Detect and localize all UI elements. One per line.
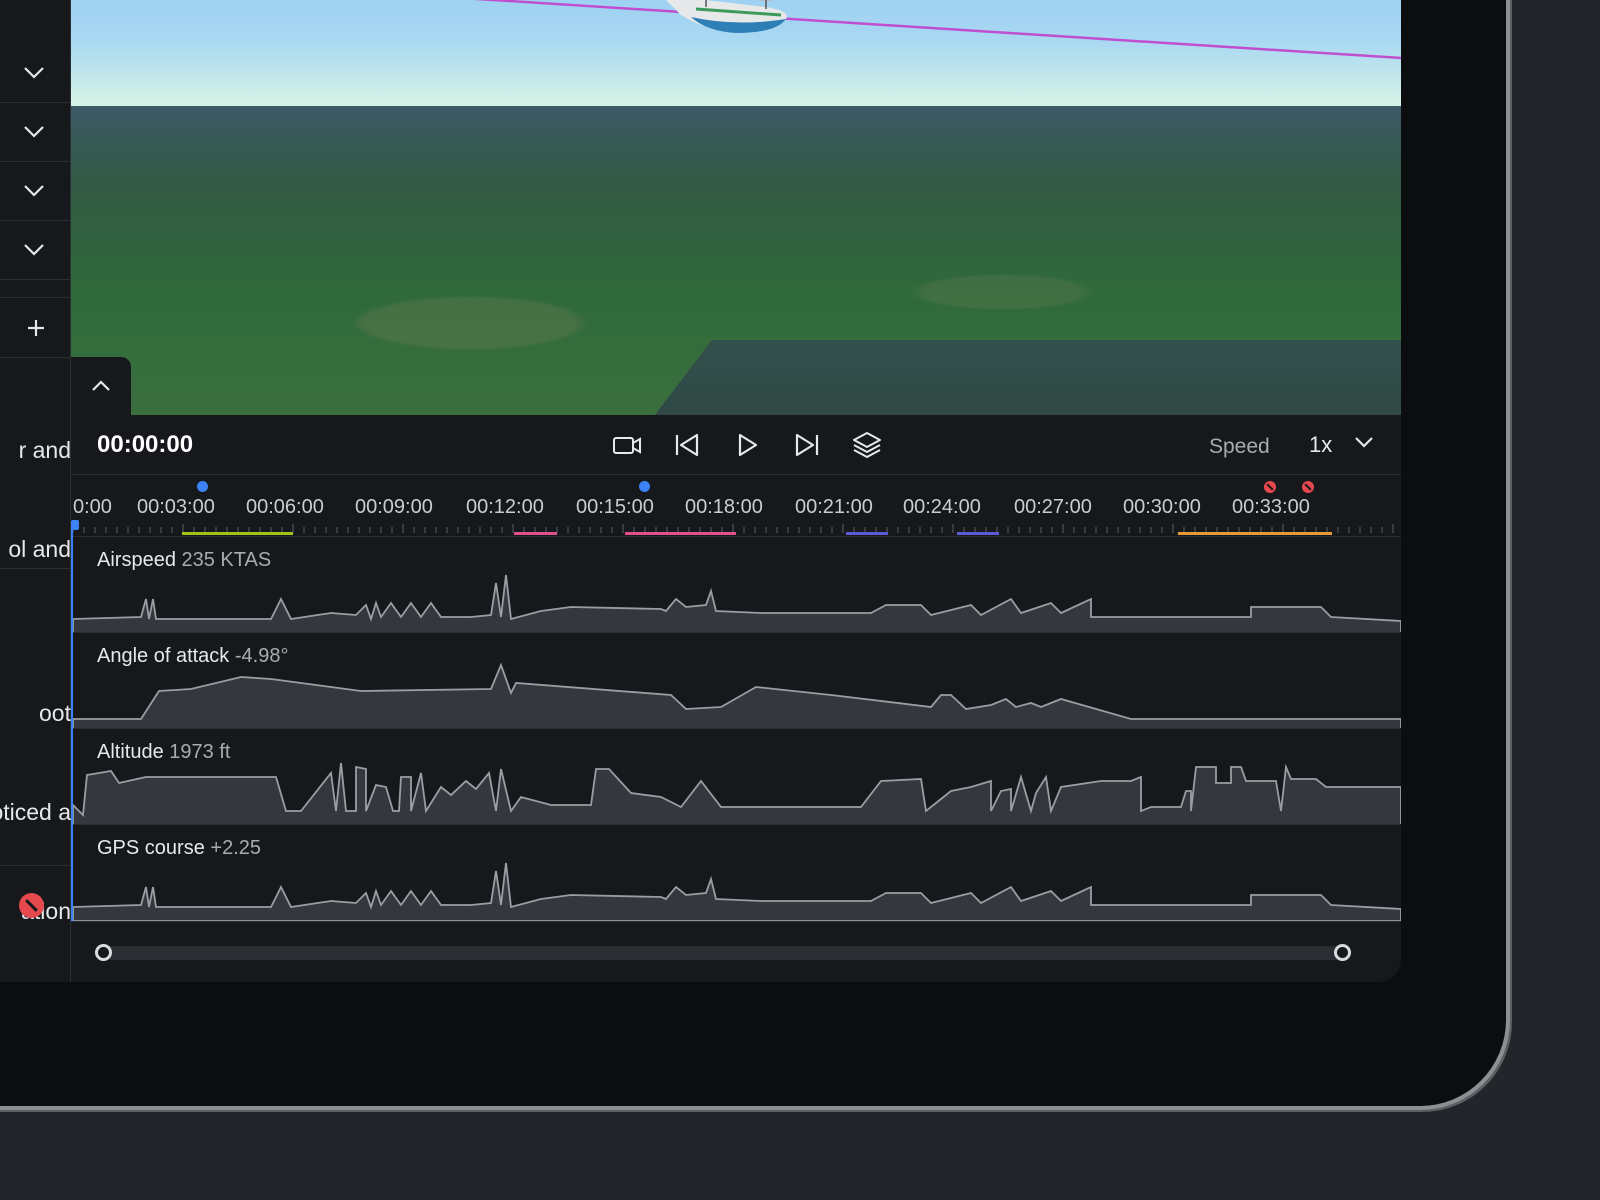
alert-marker[interactable] [1264, 481, 1276, 493]
alert-marker[interactable] [1302, 481, 1314, 493]
range-scrubber [71, 921, 1401, 982]
event-range[interactable] [957, 532, 999, 535]
chevron-up-icon [92, 380, 110, 391]
app-screen: r and ol and oot oticed a ation [0, 0, 1401, 982]
playhead-handle[interactable] [71, 520, 79, 530]
sidebar-section-row[interactable] [0, 102, 71, 162]
current-time: 00:00:00 [97, 431, 194, 458]
playback-controls: 00:00:00 Speed 1x [71, 415, 1401, 475]
graph-sparkline [72, 662, 1401, 729]
device-frame: r and ol and oot oticed a ation [0, 0, 1510, 1110]
graph-gps-course[interactable]: GPS course +2.25 [71, 824, 1401, 921]
tick-label: 0:00 [73, 496, 112, 518]
range-track[interactable] [103, 946, 1343, 960]
tick-label: 00:06:00 [246, 496, 324, 518]
skip-back-icon[interactable] [671, 429, 703, 461]
graph-altitude[interactable]: Altitude 1973 ft [71, 728, 1401, 825]
collapse-panel-button[interactable] [71, 357, 131, 415]
tick-label: 00:12:00 [466, 496, 544, 518]
range-end-handle[interactable] [1334, 944, 1351, 961]
flight-3d-viewport[interactable] [71, 0, 1401, 415]
event-range[interactable] [182, 532, 293, 535]
sidebar-divider [0, 568, 71, 569]
event-range[interactable] [625, 532, 736, 535]
skip-forward-icon[interactable] [791, 429, 823, 461]
sidebar-note: oot oticed a ation [0, 631, 71, 982]
sidebar-note-line: oot [39, 700, 71, 726]
range-start-handle[interactable] [95, 944, 112, 961]
layers-icon[interactable] [851, 429, 883, 461]
timeline-ruler[interactable]: 0:00 00:03:00 00:06:00 00:09:00 00:12:00… [71, 476, 1401, 536]
event-range[interactable] [846, 532, 888, 535]
sidebar-section-row[interactable] [0, 161, 71, 221]
sidebar: r and ol and oot oticed a ation [0, 0, 71, 982]
tick-label: 00:09:00 [355, 496, 433, 518]
forbidden-icon[interactable] [19, 893, 44, 918]
speed-label: Speed [1209, 435, 1270, 458]
play-icon[interactable] [731, 429, 763, 461]
chevron-down-icon [24, 243, 44, 256]
event-marker[interactable] [197, 481, 208, 492]
sidebar-divider [0, 865, 71, 866]
sidebar-add-row[interactable] [0, 298, 71, 358]
playhead[interactable] [71, 521, 73, 921]
chevron-down-icon[interactable] [1354, 435, 1374, 449]
tick-label: 00:24:00 [903, 496, 981, 518]
graph-angle-of-attack[interactable]: Angle of attack -4.98° [71, 632, 1401, 729]
sidebar-note: r and ol and [0, 368, 71, 632]
graph-sparkline [72, 574, 1401, 633]
graph-sparkline [72, 762, 1401, 825]
speed-select[interactable]: 1x [1309, 432, 1332, 458]
sidebar-note-line: r and [18, 437, 71, 463]
chevron-down-icon [24, 125, 44, 138]
chevron-down-icon [24, 66, 44, 79]
event-marker[interactable] [639, 481, 650, 492]
plus-icon [28, 319, 44, 336]
sidebar-note-line: ol and [8, 536, 71, 562]
tick-label: 00:03:00 [137, 496, 215, 518]
sidebar-section-row[interactable] [0, 43, 71, 103]
sidebar-note-line: oticed a [0, 799, 71, 825]
graph-sparkline [72, 862, 1401, 921]
tick-label: 00:30:00 [1123, 496, 1201, 518]
tick-label: 00:33:00 [1232, 496, 1310, 518]
event-range[interactable] [1178, 532, 1332, 535]
tick-label: 00:21:00 [795, 496, 873, 518]
tick-label: 00:27:00 [1014, 496, 1092, 518]
tick-label: 00:18:00 [685, 496, 763, 518]
tick-label: 00:15:00 [576, 496, 654, 518]
flight-path-line [473, 0, 1401, 60]
camera-icon[interactable] [611, 429, 643, 461]
event-range[interactable] [514, 532, 557, 535]
aircraft-model [666, 0, 787, 33]
graph-airspeed[interactable]: Airspeed 235 KTAS [71, 536, 1401, 633]
chevron-down-icon [24, 184, 44, 197]
sidebar-section-row[interactable] [0, 220, 71, 280]
